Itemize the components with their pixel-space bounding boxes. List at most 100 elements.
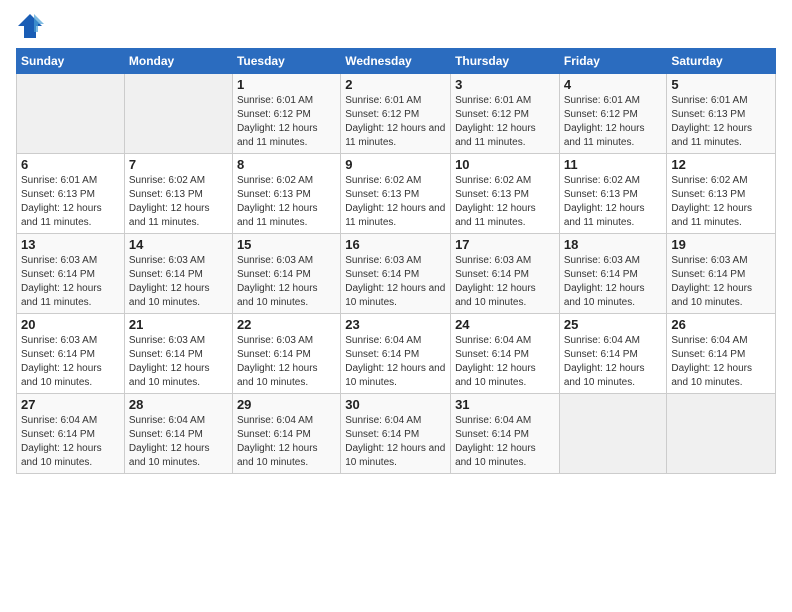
day-number: 4 [564, 77, 663, 92]
day-number: 23 [345, 317, 446, 332]
day-number: 17 [455, 237, 555, 252]
calendar-table: SundayMondayTuesdayWednesdayThursdayFrid… [16, 48, 776, 474]
day-info: Sunrise: 6:02 AMSunset: 6:13 PMDaylight:… [455, 174, 555, 230]
day-number: 14 [129, 237, 228, 252]
calendar-cell: 28Sunrise: 6:04 AMSunset: 6:14 PMDayligh… [124, 394, 232, 474]
day-info: Sunrise: 6:03 AMSunset: 6:14 PMDaylight:… [564, 254, 663, 310]
day-number: 13 [21, 237, 120, 252]
calendar-week: 6 Sunrise: 6:01 AMSunset: 6:13 PMDaylight… [17, 154, 776, 234]
day-info: Sunrise: 6:01 AMSunset: 6:12 PMDaylight:… [237, 94, 336, 150]
calendar-cell: 27 Sunrise: 6:04 AMSunset: 6:14 PMDayligh… [17, 394, 125, 474]
day-info: Sunrise: 6:01 AMSunset: 6:13 PMDaylight:… [21, 174, 120, 230]
weekday-header: Friday [559, 49, 667, 74]
day-number: 27 [21, 397, 120, 412]
day-number: 7 [129, 157, 228, 172]
logo-icon [16, 12, 44, 40]
day-number: 6 [21, 157, 120, 172]
weekday-header: Tuesday [232, 49, 340, 74]
day-number: 8 [237, 157, 336, 172]
day-info: Sunrise: 6:03 AMSunset: 6:14 PMDaylight:… [237, 254, 336, 310]
day-info: Sunrise: 6:03 AMSunset: 6:14 PMDaylight:… [237, 334, 336, 390]
calendar-week: 1 Sunrise: 6:01 AMSunset: 6:12 PMDaylight… [17, 74, 776, 154]
day-info: Sunrise: 6:01 AMSunset: 6:12 PMDaylight:… [345, 94, 446, 150]
day-info: Sunrise: 6:04 AMSunset: 6:14 PMDaylight:… [455, 334, 555, 390]
page: SundayMondayTuesdayWednesdayThursdayFrid… [0, 0, 792, 612]
day-number: 1 [237, 77, 336, 92]
day-info: Sunrise: 6:04 AMSunset: 6:14 PMDaylight:… [21, 414, 120, 470]
day-info: Sunrise: 6:01 AMSunset: 6:13 PMDaylight:… [671, 94, 771, 150]
day-number: 24 [455, 317, 555, 332]
calendar-cell: 11Sunrise: 6:02 AMSunset: 6:13 PMDayligh… [559, 154, 667, 234]
calendar-week: 27 Sunrise: 6:04 AMSunset: 6:14 PMDayligh… [17, 394, 776, 474]
day-info: Sunrise: 6:03 AMSunset: 6:14 PMDaylight:… [345, 254, 446, 310]
weekday-row: SundayMondayTuesdayWednesdayThursdayFrid… [17, 49, 776, 74]
calendar-cell: 31Sunrise: 6:04 AMSunset: 6:14 PMDayligh… [451, 394, 560, 474]
day-number: 29 [237, 397, 336, 412]
day-info: Sunrise: 6:03 AMSunset: 6:14 PMDaylight:… [671, 254, 771, 310]
calendar-cell: 19 Sunrise: 6:03 AMSunset: 6:14 PMDayligh… [667, 234, 776, 314]
calendar-cell: 6 Sunrise: 6:01 AMSunset: 6:13 PMDaylight… [17, 154, 125, 234]
calendar-cell: 7 Sunrise: 6:02 AMSunset: 6:13 PMDaylight… [124, 154, 232, 234]
day-number: 3 [455, 77, 555, 92]
calendar-cell: 26Sunrise: 6:04 AMSunset: 6:14 PMDayligh… [667, 314, 776, 394]
calendar-cell: 2Sunrise: 6:01 AMSunset: 6:12 PMDaylight… [341, 74, 451, 154]
day-info: Sunrise: 6:04 AMSunset: 6:14 PMDaylight:… [345, 334, 446, 390]
day-number: 21 [129, 317, 228, 332]
calendar-cell: 24 Sunrise: 6:04 AMSunset: 6:14 PMDayligh… [451, 314, 560, 394]
calendar-cell [17, 74, 125, 154]
weekday-header: Saturday [667, 49, 776, 74]
calendar-body: 1 Sunrise: 6:01 AMSunset: 6:12 PMDaylight… [17, 74, 776, 474]
calendar-cell: 14 Sunrise: 6:03 AMSunset: 6:14 PMDayligh… [124, 234, 232, 314]
day-info: Sunrise: 6:02 AMSunset: 6:13 PMDaylight:… [237, 174, 336, 230]
calendar-cell [667, 394, 776, 474]
day-number: 25 [564, 317, 663, 332]
calendar-cell [559, 394, 667, 474]
day-number: 15 [237, 237, 336, 252]
logo [16, 12, 46, 40]
day-info: Sunrise: 6:03 AMSunset: 6:14 PMDaylight:… [129, 254, 228, 310]
day-number: 16 [345, 237, 446, 252]
header [16, 12, 776, 40]
calendar-cell: 3 Sunrise: 6:01 AMSunset: 6:12 PMDaylight… [451, 74, 560, 154]
day-number: 11 [564, 157, 663, 172]
day-number: 20 [21, 317, 120, 332]
calendar-cell: 5 Sunrise: 6:01 AMSunset: 6:13 PMDaylight… [667, 74, 776, 154]
calendar-cell: 15 Sunrise: 6:03 AMSunset: 6:14 PMDayligh… [232, 234, 340, 314]
day-number: 12 [671, 157, 771, 172]
day-info: Sunrise: 6:02 AMSunset: 6:13 PMDaylight:… [129, 174, 228, 230]
day-info: Sunrise: 6:01 AMSunset: 6:12 PMDaylight:… [455, 94, 555, 150]
day-number: 22 [237, 317, 336, 332]
day-number: 30 [345, 397, 446, 412]
calendar-cell: 17Sunrise: 6:03 AMSunset: 6:14 PMDayligh… [451, 234, 560, 314]
calendar-cell: 9 Sunrise: 6:02 AMSunset: 6:13 PMDaylight… [341, 154, 451, 234]
calendar-week: 13 Sunrise: 6:03 AMSunset: 6:14 PMDayligh… [17, 234, 776, 314]
day-number: 18 [564, 237, 663, 252]
calendar-cell: 16 Sunrise: 6:03 AMSunset: 6:14 PMDayligh… [341, 234, 451, 314]
calendar-week: 20 Sunrise: 6:03 AMSunset: 6:14 PMDayligh… [17, 314, 776, 394]
day-info: Sunrise: 6:02 AMSunset: 6:13 PMDaylight:… [671, 174, 771, 230]
calendar-cell: 12 Sunrise: 6:02 AMSunset: 6:13 PMDayligh… [667, 154, 776, 234]
calendar-cell: 30 Sunrise: 6:04 AMSunset: 6:14 PMDayligh… [341, 394, 451, 474]
day-info: Sunrise: 6:03 AMSunset: 6:14 PMDaylight:… [129, 334, 228, 390]
day-info: Sunrise: 6:04 AMSunset: 6:14 PMDaylight:… [564, 334, 663, 390]
day-number: 19 [671, 237, 771, 252]
day-info: Sunrise: 6:04 AMSunset: 6:14 PMDaylight:… [237, 414, 336, 470]
calendar-cell: 13 Sunrise: 6:03 AMSunset: 6:14 PMDayligh… [17, 234, 125, 314]
calendar-cell: 25 Sunrise: 6:04 AMSunset: 6:14 PMDayligh… [559, 314, 667, 394]
calendar-cell: 8 Sunrise: 6:02 AMSunset: 6:13 PMDaylight… [232, 154, 340, 234]
day-info: Sunrise: 6:04 AMSunset: 6:14 PMDaylight:… [345, 414, 446, 470]
calendar-cell: 20 Sunrise: 6:03 AMSunset: 6:14 PMDayligh… [17, 314, 125, 394]
calendar-cell: 1 Sunrise: 6:01 AMSunset: 6:12 PMDaylight… [232, 74, 340, 154]
calendar-cell: 23 Sunrise: 6:04 AMSunset: 6:14 PMDayligh… [341, 314, 451, 394]
day-info: Sunrise: 6:01 AMSunset: 6:12 PMDaylight:… [564, 94, 663, 150]
day-info: Sunrise: 6:03 AMSunset: 6:14 PMDaylight:… [21, 254, 120, 310]
weekday-header: Thursday [451, 49, 560, 74]
day-number: 5 [671, 77, 771, 92]
weekday-header: Wednesday [341, 49, 451, 74]
day-number: 9 [345, 157, 446, 172]
day-info: Sunrise: 6:03 AMSunset: 6:14 PMDaylight:… [21, 334, 120, 390]
day-number: 31 [455, 397, 555, 412]
weekday-header: Monday [124, 49, 232, 74]
day-info: Sunrise: 6:02 AMSunset: 6:13 PMDaylight:… [345, 174, 446, 230]
day-number: 26 [671, 317, 771, 332]
